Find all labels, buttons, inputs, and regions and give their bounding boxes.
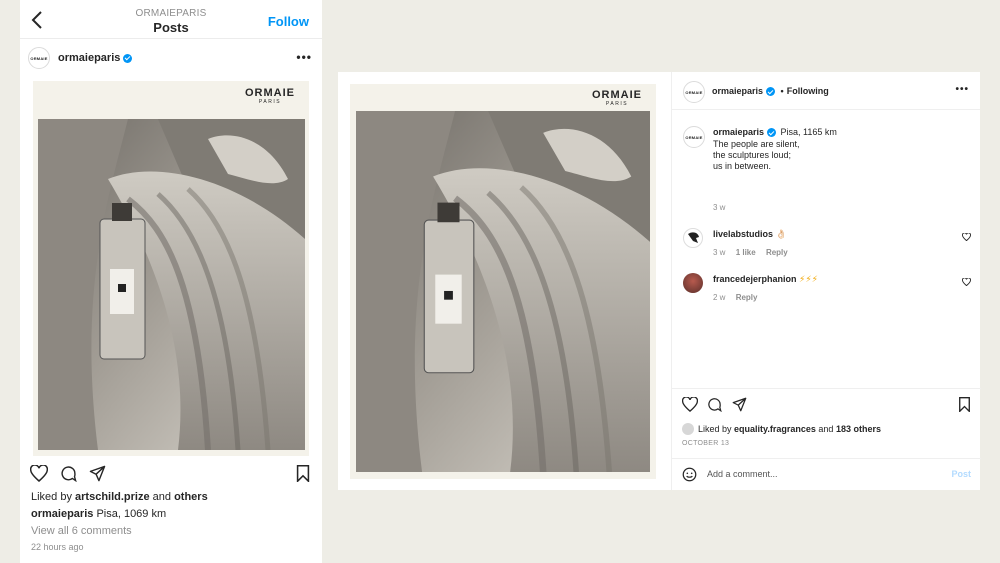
caption-location: Pisa, 1069 km: [96, 508, 167, 520]
post-header: ORMAIE ormaieparis • Following •••: [672, 72, 980, 110]
comment-time: 3 w: [713, 248, 726, 257]
comment-meta: 3 w 1 like Reply: [713, 248, 788, 257]
post-username[interactable]: ormaieparis: [712, 86, 763, 96]
avatar-logo-text: ORMAIE: [685, 89, 703, 95]
brand-logo-sub: PARIS: [605, 101, 629, 107]
comment-username[interactable]: francedejerphanion: [713, 274, 797, 284]
heart-icon[interactable]: [682, 397, 698, 412]
post-actions: Liked by equality.fragrances and 183 oth…: [672, 388, 981, 488]
separator-dot: •: [780, 86, 784, 96]
post-username[interactable]: ormaieparis: [58, 52, 133, 64]
comment-likes[interactable]: 1 like: [736, 248, 756, 257]
desktop-post-view: ORMAIE PARIS ORMAIE ormaieparis • Follow…: [338, 72, 981, 490]
comment-text: 👌🏻: [775, 229, 787, 239]
brand-logo: ORMAIE PARIS: [592, 89, 642, 107]
brand-logo-sub: PARIS: [258, 99, 282, 105]
comment-like-heart-icon[interactable]: [962, 233, 971, 241]
post-image[interactable]: ORMAIE PARIS: [350, 84, 656, 479]
view-all-comments-link[interactable]: View all 6 comments: [31, 525, 132, 537]
brand-logo-name: ORMAIE: [592, 89, 642, 101]
add-comment-bar: Add a comment... Post: [672, 458, 981, 488]
liked-by-user[interactable]: equality.fragrances: [734, 424, 816, 434]
heart-icon[interactable]: [30, 465, 48, 482]
sculpture-photo: [356, 111, 650, 472]
caption-location: Pisa, 1165 km: [780, 127, 837, 137]
caption-line: The people are silent,: [713, 139, 800, 150]
verified-badge-icon: [123, 53, 133, 63]
reply-button[interactable]: Reply: [736, 293, 758, 302]
avatar-logo-text: ORMAIE: [685, 134, 703, 140]
more-options-icon[interactable]: •••: [296, 51, 312, 63]
caption-username[interactable]: ormaieparis: [713, 127, 764, 137]
emoji-icon[interactable]: [682, 467, 697, 482]
likes-summary: Liked by equality.fragrances and 183 oth…: [698, 424, 881, 434]
reply-button[interactable]: Reply: [766, 248, 788, 257]
caption: ormaieparis Pisa, 1165 km The people are…: [713, 127, 837, 172]
share-icon[interactable]: [732, 397, 747, 412]
comment-icon[interactable]: [60, 465, 77, 482]
comment-icon[interactable]: [707, 397, 722, 412]
comment-like-heart-icon[interactable]: [962, 278, 971, 286]
mobile-post-view: ORMAIEPARIS Posts Follow ORMAIE ormaiepa…: [20, 0, 322, 563]
post-actions: [20, 462, 322, 486]
add-comment-input[interactable]: Add a comment...: [707, 469, 778, 479]
comment-time: 2 w: [713, 293, 726, 302]
post-header: ORMAIE ormaieparis •••: [20, 39, 322, 77]
avatar[interactable]: ORMAIE: [28, 47, 50, 69]
post-comment-button[interactable]: Post: [951, 469, 971, 479]
liked-others[interactable]: others: [174, 491, 208, 503]
likes-summary: Liked by artschild.prize and others: [31, 491, 208, 503]
desktop-image-panel: ORMAIE PARIS: [338, 72, 671, 490]
comment-item: francedejerphanion ⚡⚡⚡: [713, 274, 818, 285]
following-button[interactable]: Following: [787, 86, 829, 96]
avatar[interactable]: ORMAIE: [683, 81, 705, 103]
verified-badge-icon: [767, 128, 777, 138]
liked-others[interactable]: 183 others: [836, 424, 881, 434]
brand-logo: ORMAIE PARIS: [245, 87, 295, 105]
brand-logo-name: ORMAIE: [245, 87, 295, 99]
avatar-logo-text: ORMAIE: [30, 55, 48, 61]
follow-button[interactable]: Follow: [268, 14, 309, 29]
sculpture-photo: [38, 119, 305, 450]
commenter-avatar[interactable]: [683, 228, 703, 248]
caption-line: us in between.: [713, 161, 772, 172]
post-image[interactable]: ORMAIE PARIS: [33, 81, 309, 456]
verified-badge-icon: [766, 87, 776, 97]
desktop-comments-panel: ORMAIE ormaieparis • Following ••• ORMAIE…: [671, 72, 981, 490]
caption-line: the sculptures loud;: [713, 150, 792, 161]
liker-avatar[interactable]: [682, 423, 694, 435]
comment-item: livelabstudios 👌🏻: [713, 229, 787, 240]
mobile-top-bar: ORMAIEPARIS Posts Follow: [20, 0, 322, 39]
more-options-icon[interactable]: •••: [955, 85, 969, 95]
commenter-avatar[interactable]: [683, 273, 703, 293]
caption-username[interactable]: ormaieparis: [31, 508, 93, 520]
caption: ormaieparis Pisa, 1069 km: [31, 508, 166, 520]
comment-text: ⚡⚡⚡: [799, 274, 819, 284]
comment-meta: 2 w Reply: [713, 293, 757, 302]
caption-time: 3 w: [713, 203, 726, 212]
comment-username[interactable]: livelabstudios: [713, 229, 773, 239]
bookmark-icon[interactable]: [296, 465, 310, 482]
avatar[interactable]: ORMAIE: [683, 126, 705, 148]
bookmark-icon[interactable]: [958, 397, 971, 412]
post-time: 22 hours ago: [31, 542, 84, 552]
post-date: OCTOBER 13: [682, 440, 730, 447]
share-icon[interactable]: [89, 465, 106, 482]
liked-by-user[interactable]: artschild.prize: [75, 491, 150, 503]
